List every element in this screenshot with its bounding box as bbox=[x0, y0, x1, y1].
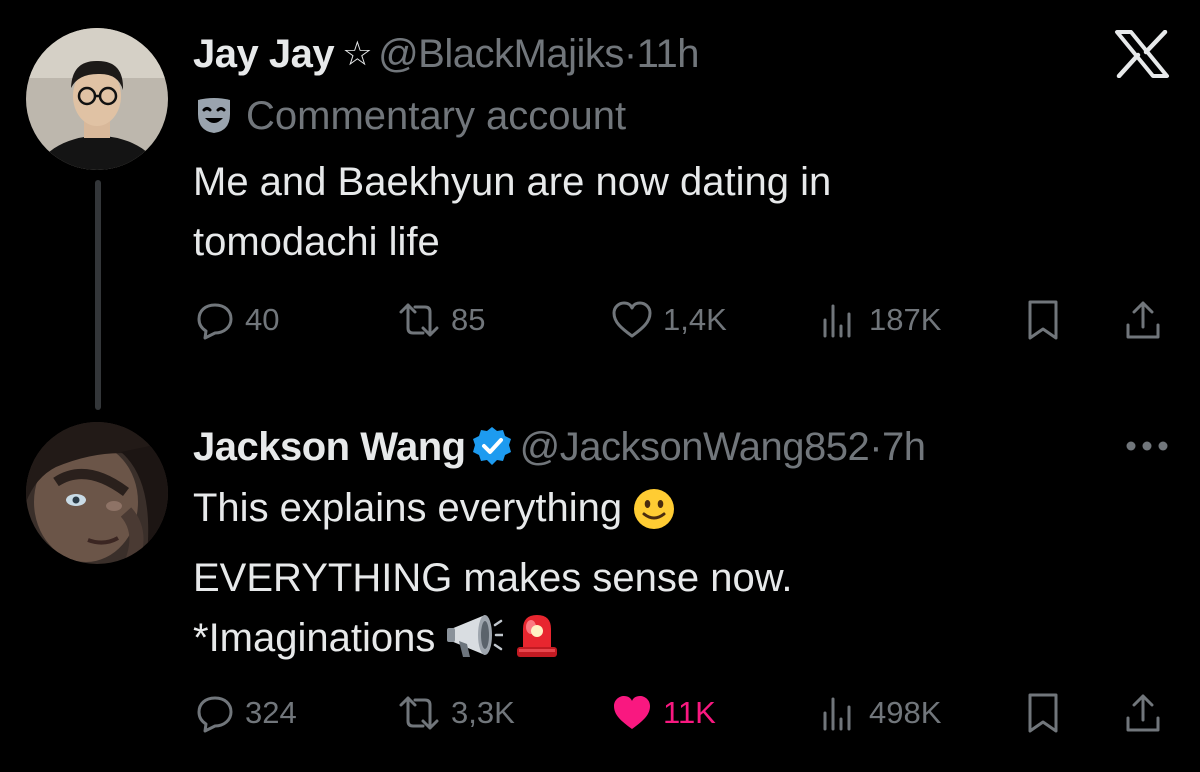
like-count: 1,4K bbox=[663, 302, 727, 337]
share-button[interactable] bbox=[1123, 296, 1163, 344]
more-options-icon[interactable] bbox=[1125, 440, 1169, 452]
tweet1-account-label: Commentary account bbox=[196, 94, 626, 138]
megaphone-icon bbox=[445, 611, 505, 678]
bookmark-button[interactable] bbox=[1025, 296, 1061, 344]
share-icon bbox=[1126, 694, 1160, 732]
like-button[interactable]: 1,4K bbox=[611, 296, 727, 344]
tweet2-header: Jackson Wang @JacksonWang852·7h bbox=[193, 423, 926, 471]
repost-count: 85 bbox=[451, 302, 486, 337]
views-button[interactable]: 187K bbox=[819, 296, 941, 344]
theater-mask-icon bbox=[198, 98, 230, 133]
reply-count: 40 bbox=[245, 302, 280, 337]
tweet2-text-line-2: EVERYTHING makes sense now. bbox=[193, 556, 793, 600]
tweet1-label-text: Commentary account bbox=[246, 93, 627, 138]
reply-button[interactable]: 40 bbox=[195, 296, 279, 344]
repost-count: 3,3K bbox=[451, 695, 515, 730]
repost-icon bbox=[399, 696, 439, 730]
bookmark-icon bbox=[1028, 693, 1058, 733]
slightly-smiling-face-icon bbox=[632, 487, 676, 548]
avatar-jackson-wang[interactable] bbox=[26, 422, 168, 564]
views-count: 187K bbox=[869, 302, 942, 337]
tweet1-header: Jay Jay ☆ @BlackMajiks·11h bbox=[193, 30, 699, 78]
tweet1-text-line: tomodachi life bbox=[193, 220, 440, 264]
tweet2-text-line-1: This explains everything bbox=[193, 486, 623, 530]
tweet2-separator: · bbox=[869, 425, 883, 469]
views-chart-icon bbox=[823, 304, 851, 338]
bookmark-icon bbox=[1028, 300, 1058, 340]
share-button[interactable] bbox=[1123, 689, 1163, 737]
views-count: 498K bbox=[869, 695, 942, 730]
tweet1-handle[interactable]: @BlackMajiks bbox=[378, 32, 624, 76]
tweet2-text: This explains everything EVERYTHING make… bbox=[193, 478, 793, 678]
thread-connector-line bbox=[95, 180, 101, 410]
tweet2-text-line: This explains everything bbox=[193, 478, 793, 548]
tweet2-text-line: *Imaginations bbox=[193, 608, 793, 678]
tweet2-action-bar: 324 3,3K 11K 498K bbox=[193, 689, 1173, 737]
tweet1-text: Me and Baekhyun are now dating in tomoda… bbox=[193, 152, 831, 272]
tweet1-action-bar: 40 85 1,4K 187K bbox=[193, 296, 1173, 344]
avatar-jay-jay[interactable] bbox=[26, 28, 168, 170]
reply-icon bbox=[197, 303, 233, 340]
tweet2-text-line-3: *Imaginations bbox=[193, 616, 436, 660]
views-chart-icon bbox=[823, 697, 851, 731]
tweet1-display-name[interactable]: Jay Jay bbox=[193, 32, 335, 76]
tweet1-time[interactable]: 11h bbox=[637, 32, 700, 76]
verified-badge-icon bbox=[472, 427, 511, 465]
tweet1-separator: · bbox=[623, 32, 637, 76]
tweet2-display-name[interactable]: Jackson Wang bbox=[193, 425, 466, 469]
reply-icon bbox=[197, 696, 233, 733]
repost-icon bbox=[399, 303, 439, 337]
bookmark-button[interactable] bbox=[1025, 689, 1061, 737]
reply-button[interactable]: 324 bbox=[195, 689, 297, 737]
like-button[interactable]: 11K bbox=[611, 689, 716, 737]
share-icon bbox=[1126, 301, 1160, 339]
heart-outline-icon bbox=[612, 301, 652, 338]
police-light-icon bbox=[513, 611, 561, 678]
star-outline-icon: ☆ bbox=[342, 35, 373, 73]
heart-filled-icon bbox=[614, 696, 650, 729]
x-logo-icon[interactable] bbox=[1113, 30, 1171, 78]
like-count: 11K bbox=[663, 695, 716, 730]
tweet2-time[interactable]: 7h bbox=[882, 425, 926, 469]
views-button[interactable]: 498K bbox=[819, 689, 941, 737]
tweet2-handle[interactable]: @JacksonWang852 bbox=[520, 425, 870, 469]
repost-button[interactable]: 3,3K bbox=[397, 689, 515, 737]
reply-count: 324 bbox=[245, 695, 297, 730]
tweet1-text-line: Me and Baekhyun are now dating in bbox=[193, 160, 832, 204]
repost-button[interactable]: 85 bbox=[397, 296, 485, 344]
